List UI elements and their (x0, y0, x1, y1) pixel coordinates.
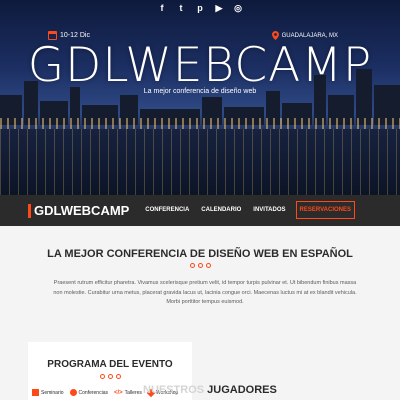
hero-title: GDLWEBCAMP (27, 38, 373, 93)
main-nav: CONFERENCIA CALENDARIO INVITADOS RESERVA… (143, 201, 355, 219)
tab-talleres[interactable]: </> Talleres (114, 390, 142, 396)
logo-accent-bar (28, 203, 31, 218)
speakers-title: NUESTROS JUGADORES (143, 384, 277, 396)
hero-subtitle: La mejor conferencia de diseño web (143, 88, 257, 95)
instagram-icon[interactable]: ◎ (233, 3, 243, 13)
intro-title: LA MEJOR CONFERENCIA DE DISEÑO WEB EN ES… (47, 248, 353, 260)
university-icon (32, 389, 39, 396)
nav-conferencia[interactable]: CONFERENCIA (143, 202, 191, 218)
program-divider-dots (28, 374, 192, 379)
river-reflections (0, 129, 400, 195)
tab-seminario[interactable]: Seminario (32, 389, 64, 396)
social-links: f t p ▶ ◎ (0, 3, 400, 13)
code-icon: </> (113, 389, 123, 396)
tab-conferencias-label: Conferencias (78, 389, 108, 396)
hero-banner: f t p ▶ ◎ 10-12 Dic GUADALAJARA, MX GDLW… (0, 0, 400, 195)
speakers-title-prefix: NUESTROS (143, 384, 205, 396)
intro-divider-dots (0, 263, 400, 268)
youtube-icon[interactable]: ▶ (214, 3, 224, 13)
speakers-title-rest: JUGADORES (204, 384, 277, 396)
site-logo[interactable]: GDLWEBCAMP (28, 203, 129, 218)
facebook-icon[interactable]: f (157, 3, 167, 13)
intro-text: Praesent rutrum efficitur pharetra. Viva… (53, 280, 357, 305)
tab-conferencias[interactable]: Conferencias (69, 389, 108, 396)
comment-icon (69, 389, 77, 396)
nav-reservaciones[interactable]: RESERVACIONES (295, 201, 355, 219)
site-header: GDLWEBCAMP CONFERENCIA CALENDARIO INVITA… (0, 195, 400, 226)
program-title: PROGRAMA DEL EVENTO (47, 359, 173, 370)
logo-text: GDLWEBCAMP (34, 203, 130, 218)
nav-invitados[interactable]: INVITADOS (251, 202, 287, 218)
nav-calendario[interactable]: CALENDARIO (199, 202, 243, 218)
tab-talleres-label: Talleres (124, 389, 142, 396)
pinterest-icon[interactable]: p (195, 3, 205, 13)
tab-seminario-label: Seminario (41, 389, 64, 396)
twitter-icon[interactable]: t (176, 3, 186, 13)
